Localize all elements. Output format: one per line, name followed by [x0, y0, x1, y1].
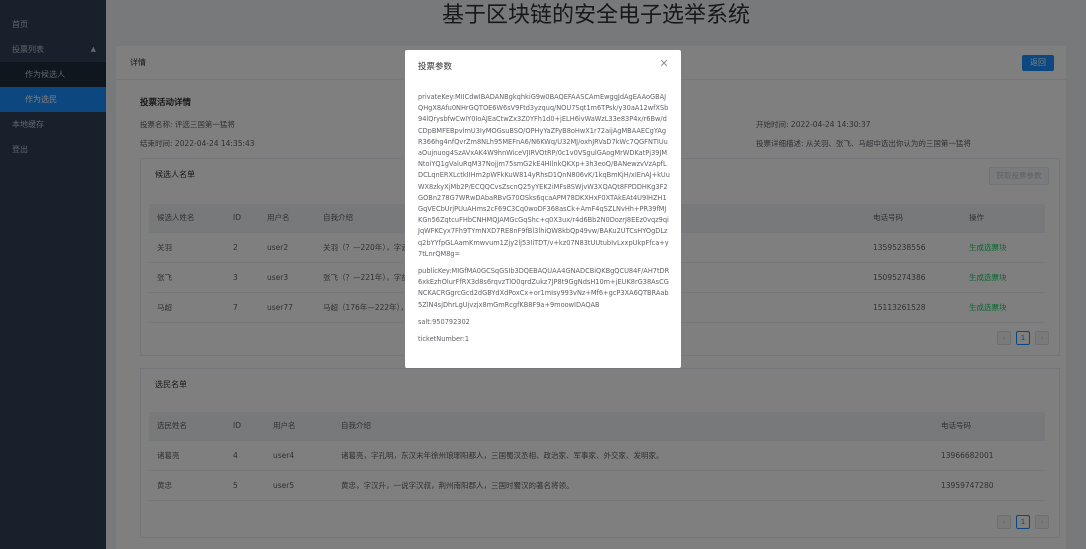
dialog-title: 投票参数	[418, 62, 453, 72]
close-icon[interactable]: ✕	[658, 58, 670, 70]
ticket-number-text: ticketNumber:1	[418, 335, 470, 344]
private-key-text: privateKey:MIICdwIBADANBgkqhkiG9w0BAQEFA…	[418, 93, 670, 258]
salt-text: salt:950792302	[418, 317, 470, 326]
dialog-body: privateKey:MIICdwIBADANBgkqhkiG9w0BAQEFA…	[418, 92, 670, 351]
public-key-text: publicKey:MIGfMA0GCSqGSIb3DQEBAQUAA4GNAD…	[418, 267, 670, 309]
vote-params-dialog: 投票参数 ✕ privateKey:MIICdwIBADANBgkqhkiG9w…	[405, 50, 681, 368]
